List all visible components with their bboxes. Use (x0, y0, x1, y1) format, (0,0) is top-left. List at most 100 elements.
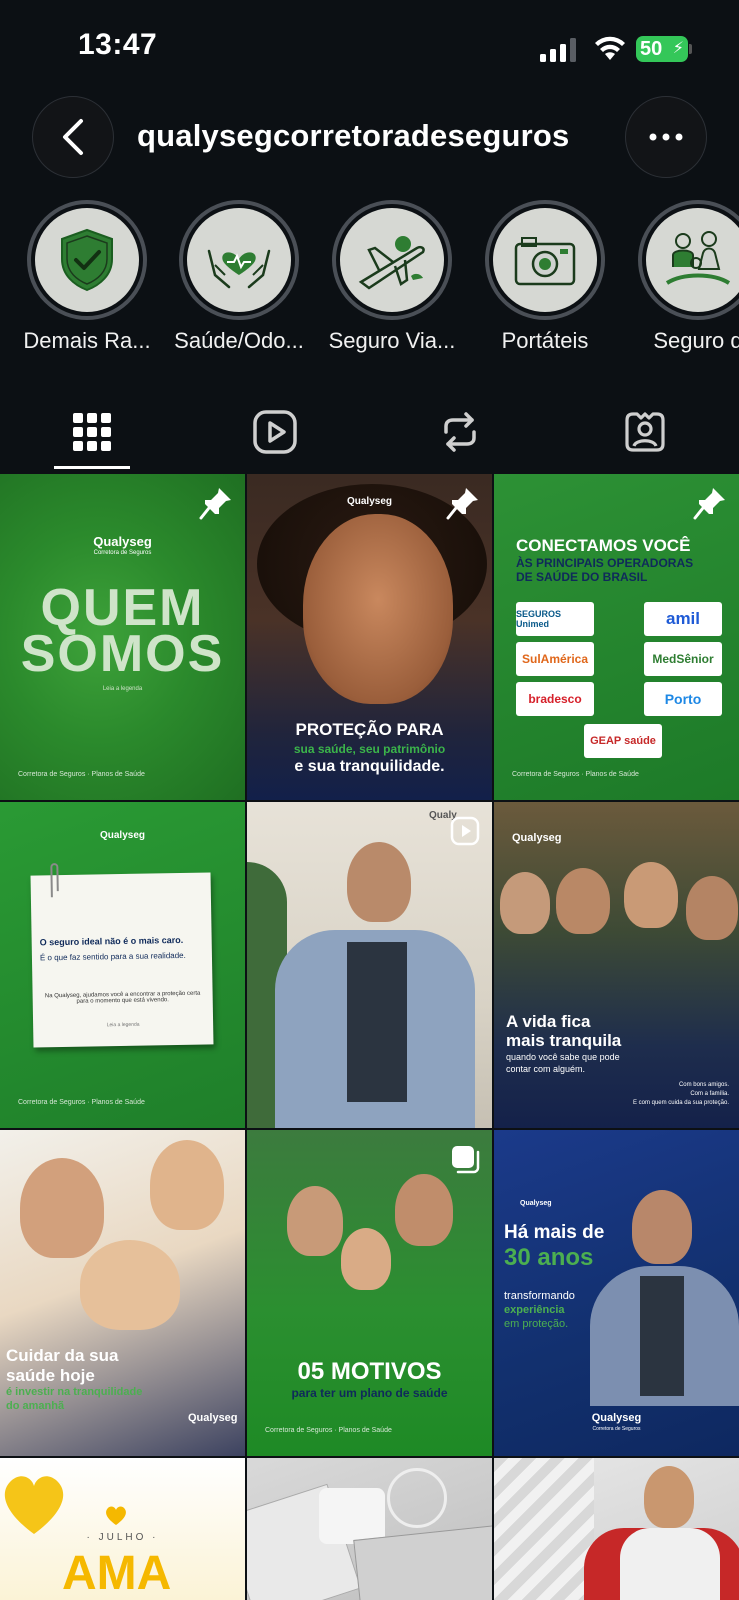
post-seguro-ideal[interactable]: Qualyseg O seguro ideal não é o mais car… (0, 802, 245, 1128)
highlight-label: Portáteis (501, 328, 589, 353)
tab-reposts[interactable] (423, 400, 497, 464)
post-title-line1: A vida fica (506, 1012, 591, 1031)
highlight-saude-odonto[interactable]: Saúde/Odo... (164, 200, 314, 354)
post-footer: Corretora de Seguros · Planos de Saúde (265, 1427, 392, 1434)
person-head (500, 872, 550, 934)
brand-logo: Qualyseg (188, 1412, 238, 1424)
highlight-cover (35, 208, 139, 312)
post-30-anos[interactable]: Qualyseg Há mais de 30 anos transformand… (494, 1130, 739, 1456)
photo-face (303, 514, 453, 704)
person-shirt (640, 1276, 684, 1396)
post-head-line3: DE SAÚDE DO BRASIL (516, 570, 648, 584)
brand-subtitle: Corretora de Seguros (592, 1426, 641, 1432)
post-title-line1: Há mais de (504, 1222, 605, 1243)
post-footer: Corretora de Seguros · Planos de Saúde (512, 771, 639, 778)
highlight-cover (187, 208, 291, 312)
post-title-line1: PROTEÇÃO PARA (295, 720, 444, 739)
note-line1: O seguro ideal não é o mais caro. (39, 934, 184, 948)
post-05-motivos[interactable]: 05 MOTIVOS para ter um plano de saúde Co… (247, 1130, 492, 1456)
family-icon (665, 231, 731, 285)
note-line3: Na Qualyseg, ajudamos você a encontrar a… (44, 990, 201, 1005)
highlight-ring (179, 200, 299, 320)
status-time: 13:47 (78, 28, 158, 61)
ellipsis-icon (649, 133, 683, 141)
battery-level: 50 (640, 38, 663, 60)
highlight-ring (638, 200, 739, 320)
highlight-label: Seguro Via... (328, 328, 456, 353)
brand-logo: Qualyseg (93, 534, 152, 549)
tab-grid[interactable] (55, 400, 129, 464)
person-shirt (620, 1528, 720, 1600)
post-cuidar-saude[interactable]: Cuidar da sua saúde hoje é investir na t… (0, 1130, 245, 1456)
charging-icon: ⚡ (672, 40, 684, 57)
person-head (624, 862, 678, 928)
note-line2: É o que faz sentido para a sua realidade… (39, 950, 186, 963)
post-protecao[interactable]: Qualyseg PROTEÇÃO PARA sua saúde, seu pa… (247, 474, 492, 800)
post-head-line1: CONECTAMOS VOCÊ (516, 536, 691, 555)
post-video-qualyseg[interactable]: Qualy (247, 802, 492, 1128)
post-title-line1: 05 MOTIVOS (297, 1358, 442, 1385)
post-body-line1: quando você sabe que pode (506, 1052, 620, 1062)
back-button[interactable] (32, 96, 114, 178)
post-vida-tranquila[interactable]: Qualyseg A vida fica mais tranquila quan… (494, 802, 739, 1128)
logo-geap: GEAP saúde (584, 724, 662, 758)
post-quem-somos[interactable]: Qualyseg Corretora de Seguros QUEM SOMOS… (0, 474, 245, 800)
post-body-line3: em proteção. (504, 1318, 569, 1330)
highlight-cover (340, 208, 444, 312)
carousel-icon (452, 1146, 480, 1174)
child-head (341, 1228, 391, 1290)
post-operadoras[interactable]: CONECTAMOS VOCÊ ÀS PRINCIPAIS OPERADORAS… (494, 474, 739, 800)
highlight-portateis[interactable]: Portáteis (470, 200, 620, 354)
post-note-line2: Com a família. (690, 1091, 729, 1097)
post-man-car[interactable] (494, 1458, 739, 1600)
post-title-line2: mais tranquila (506, 1031, 622, 1050)
highlight-cover (646, 208, 739, 312)
highlight-seguro-viagem[interactable]: Seguro Via... (317, 200, 467, 354)
highlight-seguro-de-vida[interactable]: Seguro d (623, 200, 739, 354)
airplane-icon (358, 236, 425, 290)
highlight-demais-ramos[interactable]: Demais Ra... (12, 200, 162, 354)
logo-amil: amil (644, 602, 722, 636)
logo-porto: Porto (644, 682, 722, 716)
post-body-line1: transformando (504, 1290, 575, 1302)
profile-username: qualysegcorretoradeseguros (137, 118, 570, 153)
profile-tabs (0, 400, 739, 472)
power-adapter (319, 1488, 385, 1544)
post-small-text: Leia a legenda (102, 686, 143, 692)
logo-unimed: SEGUROS Unimed (516, 602, 594, 636)
highlight-label: Saúde/Odo... (174, 328, 304, 353)
person-head (644, 1466, 694, 1528)
post-office-desk[interactable] (247, 1458, 492, 1600)
post-note-line1: Com bons amigos. (678, 1082, 729, 1088)
post-title-word: AMA (62, 1547, 172, 1600)
highlight-ring (27, 200, 147, 320)
post-title-line2: sua saúde, seu patrimônio (293, 742, 446, 756)
post-title-line2: SOMOS (20, 625, 225, 683)
person-shirt (347, 942, 407, 1102)
month-label: · JULHO · (86, 1532, 159, 1543)
brand-logo: Qualyseg (512, 832, 562, 844)
post-title-line1: Cuidar da sua (6, 1346, 119, 1365)
active-tab-indicator (54, 466, 130, 469)
pattern (494, 1458, 594, 1600)
post-body-line2: contar com alguém. (506, 1064, 586, 1074)
repost-icon (444, 412, 476, 452)
post-note-line3: E com quem cuida da sua proteção. (632, 1100, 729, 1106)
logo-bradesco: bradesco (516, 682, 594, 716)
pin-icon (446, 488, 478, 520)
cellular-signal-icon (540, 38, 576, 62)
post-body-line2: experiência (504, 1304, 565, 1316)
note-small: Leia a legenda (106, 1021, 140, 1029)
status-bar: 13:47 50 ⚡ (0, 0, 739, 92)
tab-reels[interactable] (238, 400, 312, 464)
post-title-line3: é investir na tranquilidade (6, 1386, 143, 1398)
pin-icon (199, 488, 231, 520)
highlight-ring (485, 200, 605, 320)
more-options-button[interactable] (625, 96, 707, 178)
chevron-left-icon (63, 119, 83, 155)
battery-indicator: 50 ⚡ (636, 36, 688, 62)
post-title-line4: do amanhã (6, 1400, 65, 1412)
person-head (632, 1190, 692, 1264)
post-julho-amarelo[interactable]: · JULHO · AMA (0, 1458, 245, 1600)
tab-tagged[interactable] (608, 400, 682, 464)
